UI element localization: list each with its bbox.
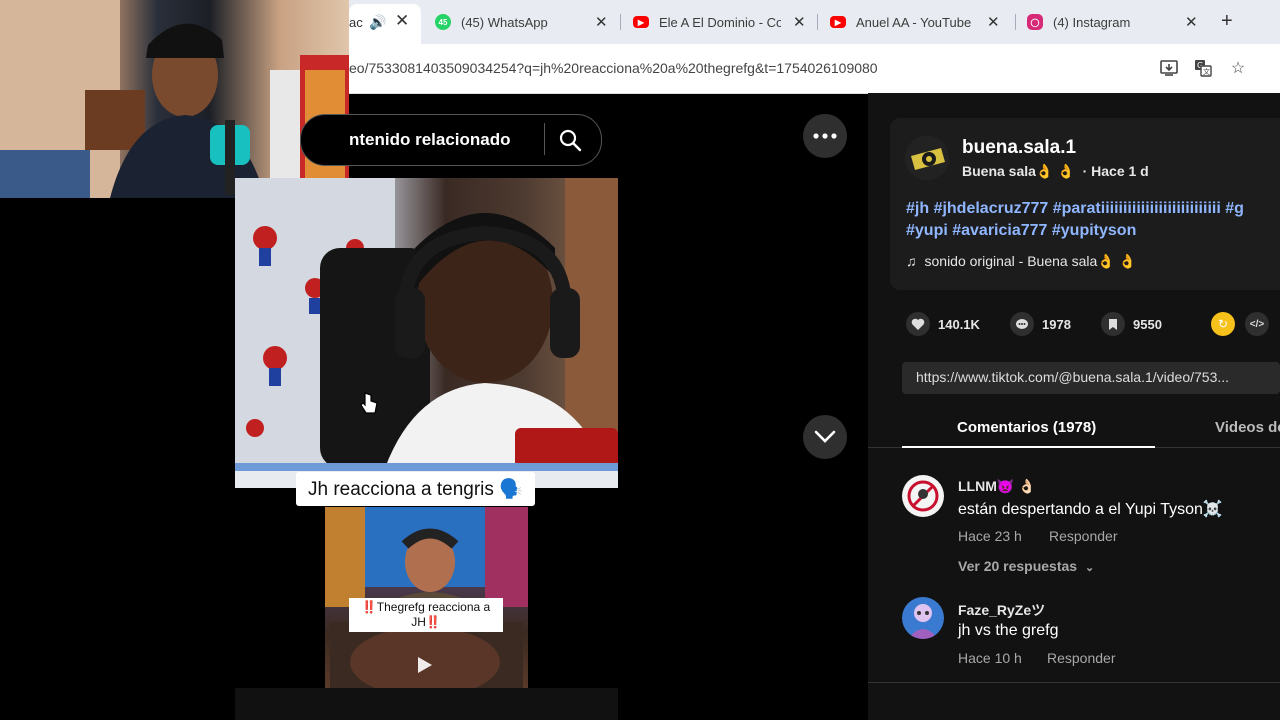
search-divider (544, 123, 545, 155)
reply-button[interactable]: Responder (1049, 528, 1118, 544)
youtube-icon: ▶ (633, 16, 649, 28)
commenter-avatar[interactable] (902, 597, 944, 639)
comment-input-divider (868, 682, 1280, 683)
save-count: 9550 (1133, 316, 1162, 332)
commenter-name[interactable]: Faze_RyZeツ (958, 600, 1045, 620)
related-search-text[interactable]: ntenido relacionado (349, 130, 511, 150)
instagram-icon: ◯ (1027, 14, 1043, 30)
tab-label: ac (349, 15, 363, 30)
webcam-person-image (0, 0, 349, 198)
search-icon[interactable] (558, 128, 582, 152)
tab-label: Anuel AA - YouTube (856, 14, 972, 30)
chevron-down-icon (814, 430, 836, 443)
comment-time: Hace 10 h (958, 650, 1022, 666)
video-frame-image (235, 178, 618, 488)
comment-text: están despertando a el Yupi Tyson☠️ (958, 501, 1223, 518)
related-video-next (235, 688, 618, 720)
comment-time: Hace 23 h (958, 528, 1022, 544)
view-replies-button[interactable]: Ver 20 respuestas ⌄ (958, 558, 1094, 574)
hashtags-line1[interactable]: #jh #jhdelacruz777 #paratiiiiiiiiiiiiiii… (906, 200, 1244, 218)
install-app-icon[interactable] (1160, 59, 1178, 77)
embed-code-icon[interactable]: </> (1245, 312, 1269, 336)
close-tab-icon[interactable]: ✕ (595, 13, 608, 31)
chevron-down-icon: ⌄ (1084, 562, 1095, 574)
svg-text:文: 文 (1203, 67, 1210, 76)
tab-separator (620, 14, 621, 30)
view-replies-label: Ver 20 respuestas (958, 558, 1078, 574)
related-video-caption: ‼️Thegrefg reacciona a JH‼️ (349, 598, 503, 632)
tab-youtube-dominio[interactable]: ▶ Ele A El Dominio - Co ✕ (633, 8, 808, 36)
tab-instagram[interactable]: ◯ (4) Instagram ✕ (1027, 8, 1207, 36)
related-caption-line1: ‼️Thegrefg reacciona a (361, 600, 491, 614)
translate-icon[interactable]: G文 (1194, 59, 1212, 77)
comment-text: jh vs the grefg (958, 622, 1059, 639)
tab-label: Ele A El Dominio - Co (659, 14, 781, 30)
video-caption: Jh reacciona a tengris 🗣️ (296, 472, 535, 506)
close-tab-icon[interactable]: ✕ (987, 13, 1000, 31)
music-note-icon: ♫ (906, 253, 917, 269)
sound-link[interactable]: ♫ sonido original - Buena sala👌 👌 (906, 253, 1136, 270)
webcam-overlay (0, 0, 349, 198)
comment-stat[interactable]: 1978 (1010, 312, 1071, 336)
tab-active-indicator (902, 446, 1155, 448)
close-tab-icon[interactable]: ✕ (793, 13, 806, 31)
comment-count: 1978 (1042, 316, 1071, 332)
more-options-button[interactable] (803, 114, 847, 158)
heart-icon[interactable] (906, 312, 930, 336)
tab-label: (4) Instagram (1053, 14, 1131, 30)
repost-icon[interactable]: ↻ (1211, 312, 1235, 336)
speaker-icon[interactable]: 🔊 (369, 14, 386, 31)
commenter-avatar[interactable] (902, 475, 944, 517)
related-caption-line2: JH‼️ (411, 615, 441, 629)
url-text[interactable]: eo/7533081403509034254?q=jh%20reacciona%… (349, 60, 878, 76)
author-display-name: Buena sala👌 👌 (962, 163, 1075, 179)
hashtags-line2[interactable]: #yupi #avaricia777 #yupityson (906, 222, 1136, 240)
bookmark-icon[interactable] (1101, 312, 1125, 336)
bookmark-star-icon[interactable]: ☆ (1229, 59, 1247, 77)
save-stat[interactable]: 9550 (1101, 312, 1162, 336)
whatsapp-icon: 45 (435, 14, 451, 30)
like-stat[interactable]: 140.1K (906, 312, 980, 336)
video-player[interactable] (235, 178, 618, 488)
close-tab-icon[interactable]: ✕ (395, 11, 409, 31)
hand-cursor-icon (360, 392, 378, 414)
comment-icon[interactable] (1010, 312, 1034, 336)
next-video-button[interactable] (803, 415, 847, 459)
commenter-name[interactable]: LLNM👿 👌🏻 (958, 478, 1036, 495)
new-tab-icon[interactable]: + (1221, 10, 1233, 33)
video-link-text[interactable]: https://www.tiktok.com/@buena.sala.1/vid… (916, 369, 1229, 385)
like-count: 140.1K (938, 316, 980, 332)
tab-comments[interactable]: Comentarios (1978) (957, 419, 1096, 436)
tab-label: (45) WhatsApp (461, 14, 548, 30)
tab-separator (1015, 14, 1016, 30)
author-username[interactable]: buena.sala.1 (962, 137, 1076, 159)
youtube-icon: ▶ (830, 16, 846, 28)
more-icon (813, 133, 837, 139)
sound-label: sonido original - Buena sala👌 👌 (924, 253, 1137, 269)
tab-creator-videos[interactable]: Videos de (1215, 419, 1280, 436)
author-subline: Buena sala👌 👌 · Hace 1 d (962, 163, 1149, 180)
reply-button[interactable]: Responder (1047, 650, 1116, 666)
author-avatar[interactable] (905, 136, 949, 180)
tab-youtube-anuel[interactable]: ▶ Anuel AA - YouTube ✕ (830, 8, 1005, 36)
tab-whatsapp[interactable]: 45 (45) WhatsApp ✕ (435, 8, 610, 36)
post-time: · Hace 1 d (1082, 163, 1149, 179)
close-tab-icon[interactable]: ✕ (1185, 13, 1198, 31)
tab-active[interactable]: ac 🔊 ✕ (349, 4, 421, 44)
tab-separator (817, 14, 818, 30)
